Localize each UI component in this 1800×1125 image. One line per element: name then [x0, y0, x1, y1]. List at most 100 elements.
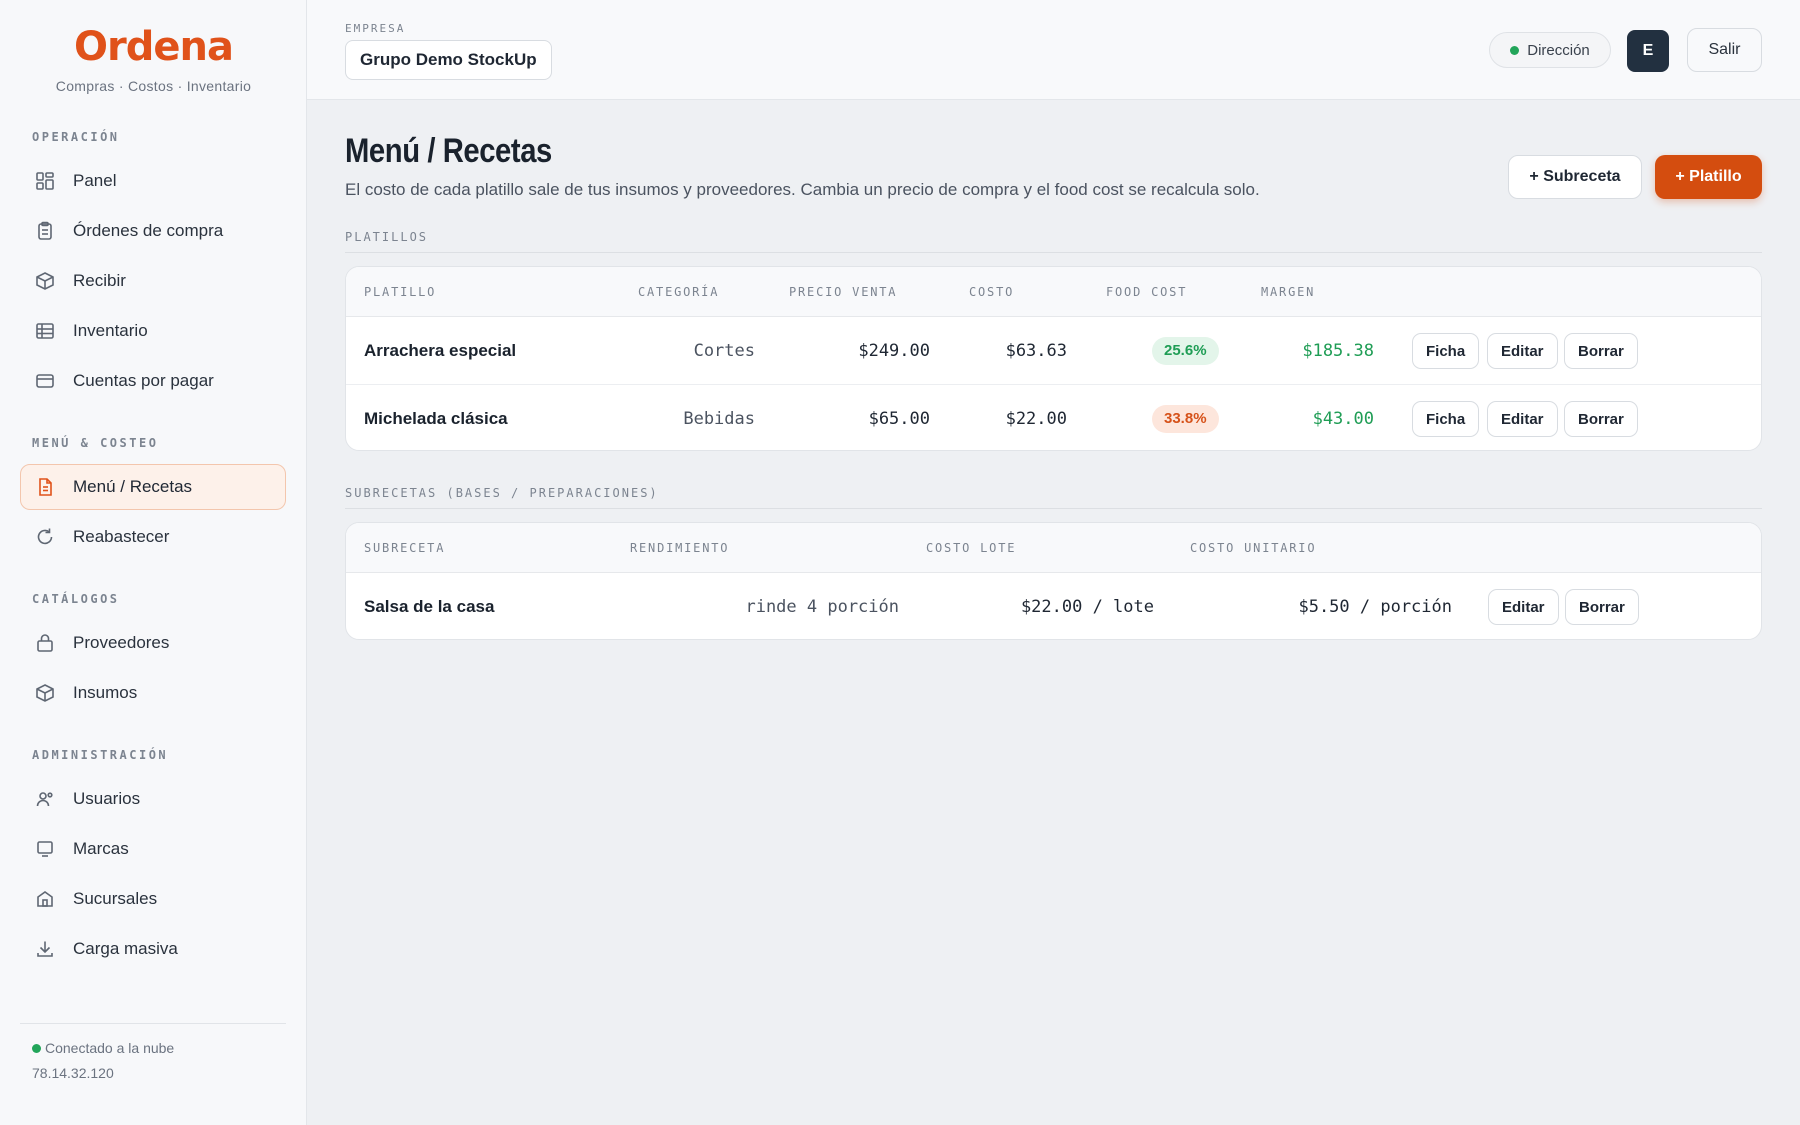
delete-button[interactable]: Borrar [1564, 401, 1638, 437]
role-status-dot-icon [1510, 45, 1520, 55]
column-header[interactable]: PRECIO VENTA [789, 285, 897, 299]
sidebar-item-ordenes[interactable]: Órdenes de compra [20, 208, 286, 254]
sidebar-item-label: Recibir [73, 271, 126, 290]
delete-button[interactable]: Borrar [1565, 589, 1639, 625]
dishes-table: PLATILLO CATEGORÍA PRECIO VENTA COSTO FO… [345, 266, 1762, 451]
online-dot-icon [32, 1043, 41, 1053]
logout-button[interactable]: Salir [1687, 28, 1762, 72]
empresa-label: EMPRESA [345, 22, 406, 35]
dish-margin: $185.38 [1302, 340, 1374, 361]
page-title: Menú / Recetas [345, 132, 552, 170]
sidebar-item-label: Carga masiva [73, 939, 178, 958]
table-row: Salsa de la casa rinde 4 porción $22.00 … [346, 573, 1761, 639]
ip-address: 78.14.32.120 [32, 1065, 114, 1081]
app-logo[interactable]: Ordena [0, 24, 307, 70]
connection-status-text: Conectado a la nube [45, 1040, 175, 1056]
role-badge: Dirección [1489, 32, 1611, 68]
column-header[interactable]: PLATILLO [364, 285, 436, 299]
column-header[interactable]: FOOD COST [1106, 285, 1187, 299]
ficha-button[interactable]: Ficha [1412, 401, 1480, 437]
role-label: Dirección [1527, 41, 1590, 59]
sidebar-item-menu-recetas[interactable]: Menú / Recetas [20, 464, 286, 510]
edit-button[interactable]: Editar [1488, 589, 1559, 625]
dish-margin: $43.00 [1312, 408, 1374, 429]
column-header[interactable]: RENDIMIENTO [630, 541, 729, 555]
sidebar-item-label: Reabastecer [73, 527, 170, 546]
app-tagline: Compras · Costos · Inventario [55, 78, 252, 94]
box-icon [35, 271, 55, 291]
monitor-icon [35, 839, 55, 859]
sidebar-item-label: Insumos [73, 683, 138, 702]
edit-button[interactable]: Editar [1487, 401, 1558, 437]
food-cost-badge: 25.6% [1152, 336, 1219, 365]
connection-status: Conectado a la nube [32, 1040, 174, 1056]
dish-name: Arrachera especial [364, 340, 517, 360]
nav-section-operacion: OPERACIÓN [32, 130, 120, 144]
sidebar-item-label: Panel [73, 171, 117, 190]
subrecipe-name: Salsa de la casa [364, 596, 495, 616]
dish-price: $65.00 [868, 408, 930, 429]
sidebar-item-inventario[interactable]: Inventario [20, 308, 286, 354]
clipboard-icon [35, 221, 55, 241]
sidebar-item-sucursales[interactable]: Sucursales [20, 876, 286, 922]
dish-cost: $63.63 [1005, 340, 1067, 361]
credit-card-icon [35, 371, 55, 391]
column-header[interactable]: MARGEN [1261, 285, 1315, 299]
subrecipe-unit-cost: $5.50 / porción [1298, 596, 1452, 617]
sidebar-item-label: Marcas [73, 839, 129, 858]
cube-icon [35, 683, 55, 703]
topbar: EMPRESA Grupo Demo StockUp Dirección E S… [307, 0, 1800, 100]
sidebar-item-insumos[interactable]: Insumos [20, 670, 286, 716]
table-header: PLATILLO CATEGORÍA PRECIO VENTA COSTO FO… [346, 267, 1761, 317]
add-dish-button[interactable]: + Platillo [1655, 155, 1762, 199]
sidebar-item-proveedores[interactable]: Proveedores [20, 620, 286, 666]
sidebar-item-cuentas[interactable]: Cuentas por pagar [20, 358, 286, 404]
column-header[interactable]: CATEGORÍA [638, 285, 719, 299]
table-header: SUBRECETA RENDIMIENTO COSTO LOTE COSTO U… [346, 523, 1761, 573]
sidebar-item-recibir[interactable]: Recibir [20, 258, 286, 304]
table-icon [35, 321, 55, 341]
sidebar-divider [20, 1023, 286, 1024]
table-row: Michelada clásica Bebidas $65.00 $22.00 … [346, 385, 1761, 450]
nav-section-catalogos: CATÁLOGOS [32, 592, 120, 606]
column-header[interactable]: COSTO [969, 285, 1014, 299]
sidebar-item-panel[interactable]: Panel [20, 158, 286, 204]
column-header[interactable]: COSTO UNITARIO [1190, 541, 1316, 555]
sidebar-item-label: Menú / Recetas [73, 477, 193, 496]
sidebar-item-label: Órdenes de compra [73, 221, 224, 240]
subrecipes-section-label: SUBRECETAS (BASES / PREPARACIONES) [345, 486, 659, 500]
ficha-button[interactable]: Ficha [1412, 333, 1480, 369]
subrecipes-table: SUBRECETA RENDIMIENTO COSTO LOTE COSTO U… [345, 522, 1762, 640]
building-icon [35, 889, 55, 909]
subrecipe-yield: rinde 4 porción [745, 596, 899, 617]
table-row: Arrachera especial Cortes $249.00 $63.63… [346, 317, 1761, 384]
sidebar-item-label: Usuarios [73, 789, 141, 808]
nav-section-menu: MENÚ & COSTEO [32, 436, 159, 450]
delete-button[interactable]: Borrar [1564, 333, 1638, 369]
shopping-bag-icon [35, 633, 55, 653]
sidebar-item-reabastecer[interactable]: Reabastecer [20, 514, 286, 560]
food-cost-cell: 25.6% [1152, 317, 1219, 384]
avatar[interactable]: E [1627, 30, 1669, 72]
sidebar-item-usuarios[interactable]: Usuarios [20, 776, 286, 822]
document-icon [35, 477, 55, 497]
refresh-icon [35, 527, 55, 547]
dish-category: Cortes [693, 340, 755, 361]
sidebar-item-carga-masiva[interactable]: Carga masiva [20, 926, 286, 972]
add-subrecipe-button[interactable]: + Subreceta [1508, 155, 1642, 199]
dish-category: Bebidas [683, 408, 755, 429]
subrecipes-section-rule [345, 508, 1762, 509]
edit-button[interactable]: Editar [1487, 333, 1558, 369]
dishes-section-rule [345, 252, 1762, 253]
empresa-selector[interactable]: Grupo Demo StockUp [345, 40, 552, 80]
sidebar-item-marcas[interactable]: Marcas [20, 826, 286, 872]
download-icon [35, 939, 55, 959]
column-header[interactable]: COSTO LOTE [926, 541, 1016, 555]
users-icon [35, 789, 55, 809]
sidebar-item-label: Sucursales [73, 889, 158, 908]
column-header[interactable]: SUBRECETA [364, 541, 445, 555]
sidebar-item-label: Proveedores [73, 633, 170, 652]
dish-name: Michelada clásica [364, 408, 508, 428]
food-cost-badge: 33.8% [1152, 404, 1219, 433]
subrecipe-batch-cost: $22.00 / lote [1020, 596, 1154, 617]
